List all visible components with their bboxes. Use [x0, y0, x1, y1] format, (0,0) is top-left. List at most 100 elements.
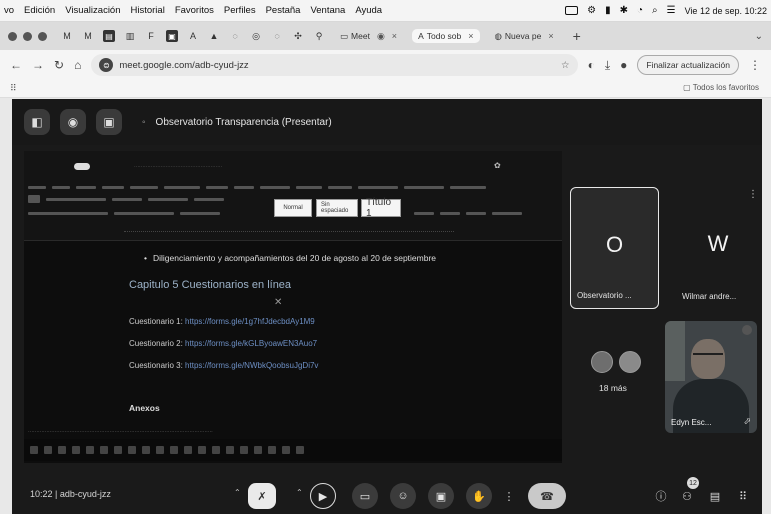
pinned-tab-icon[interactable]: ▣	[166, 30, 178, 42]
chat-button[interactable]: ▤	[706, 483, 724, 509]
shared-screen[interactable]: ········································…	[24, 151, 562, 463]
menu-ayuda[interactable]: Ayuda	[355, 5, 382, 16]
people-button[interactable]: ⚇ 12	[678, 477, 699, 509]
menu-clock[interactable]: Vie 12 de sep. 10:22	[685, 6, 767, 16]
info-button[interactable]: ⓘ	[652, 483, 670, 509]
captions-button[interactable]: ▭	[352, 483, 378, 509]
presenting-dot-icon: ◦	[142, 116, 146, 128]
pinned-tab-icon[interactable]: ▤	[103, 30, 115, 42]
minimize-presentation-icon[interactable]: ◧	[24, 109, 50, 135]
pinned-tab-icon[interactable]: ◌	[229, 30, 241, 42]
pinned-tab-icon[interactable]: ✣	[292, 30, 304, 42]
menu-pestana[interactable]: Pestaña	[266, 5, 301, 16]
new-tab-button[interactable]: +	[573, 28, 581, 44]
speaker-icon[interactable]: ◉	[377, 31, 385, 42]
pinned-tab-icon[interactable]: ▥	[124, 30, 136, 42]
camera-button[interactable]: ▶	[310, 483, 336, 509]
shared-taskbar	[24, 439, 562, 461]
back-icon[interactable]: ←	[10, 58, 22, 72]
close-window-button[interactable]	[8, 31, 17, 41]
control-icon[interactable]: ⚙	[587, 5, 596, 16]
pinned-tab-icon[interactable]: F	[145, 30, 157, 42]
apps-grid-icon[interactable]: ⠿	[10, 83, 17, 94]
menu-app[interactable]: vo	[4, 5, 14, 16]
hang-up-button[interactable]: ☎	[528, 483, 566, 509]
raise-hand-button[interactable]: ✋	[466, 483, 492, 509]
avatar	[619, 351, 641, 373]
pinned-tab-icon[interactable]: ◎	[250, 30, 262, 42]
activities-icon: ⠿	[738, 490, 748, 503]
questionnaire-line: Cuestionario 1: https://forms.gle/1g7hfJ…	[129, 317, 315, 326]
url-text: meet.google.com/adb-cyud-jzz	[119, 59, 249, 71]
url-input[interactable]: ⊜ meet.google.com/adb-cyud-jzz ☆	[91, 54, 578, 76]
menu-ventana[interactable]: Ventana	[310, 5, 345, 16]
presentation-title: ◦ Observatorio Transparencia (Presentar)	[142, 116, 332, 128]
menu-historial[interactable]: Historial	[131, 5, 165, 16]
menu-perfiles[interactable]: Perfiles	[224, 5, 256, 16]
chevron-up-icon[interactable]: ⌃	[296, 488, 303, 497]
tab-nueva[interactable]: ◍ Nueva pe ×	[489, 29, 560, 44]
battery-icon[interactable]: ▮	[605, 5, 611, 16]
participant-name: Wilmar andre...	[682, 292, 737, 301]
present-icon[interactable]: ▣	[96, 109, 122, 135]
activities-button[interactable]: ⠿	[734, 483, 752, 509]
tab-meet[interactable]: ▭ Meet ◉ ×	[334, 29, 403, 44]
pin-icon[interactable]: ⬀	[743, 416, 751, 427]
participant-tile-edyn[interactable]: Edyn Esc... ⬀	[665, 321, 757, 433]
more-options-button[interactable]: ⋮	[500, 483, 518, 509]
tab-todo[interactable]: A Todo sob ×	[412, 29, 480, 43]
maximize-window-button[interactable]	[38, 31, 47, 41]
participant-tile-wilmar[interactable]: ⋮ W Wilmar andre...	[674, 187, 762, 309]
close-tab-icon[interactable]: ×	[548, 31, 553, 41]
mic-off-icon: ✗	[257, 490, 267, 503]
home-icon[interactable]: ⌂	[74, 58, 81, 72]
emoji-button[interactable]: ☺	[390, 483, 416, 509]
chevron-up-icon[interactable]: ⌃	[234, 488, 241, 497]
record-icon[interactable]: ◉	[60, 109, 86, 135]
reload-icon[interactable]: ↻	[54, 58, 64, 72]
download-icon[interactable]: ⤓	[605, 58, 610, 73]
camera-icon: ▶	[318, 490, 328, 503]
captions-icon: ▭	[359, 490, 371, 503]
present-icon: ▣	[435, 490, 447, 503]
pinned-tab-icon[interactable]: ⚲	[313, 30, 325, 42]
video-background	[665, 321, 685, 381]
menu-favoritos[interactable]: Favoritos	[175, 5, 214, 16]
more-vert-icon[interactable]	[742, 325, 752, 335]
all-bookmarks-link[interactable]: ▢ Todos los favoritos	[683, 83, 759, 92]
menu-visualizacion[interactable]: Visualización	[65, 5, 120, 16]
menu-edicion[interactable]: Edición	[24, 5, 55, 16]
bookmark-star-icon[interactable]: ☆	[561, 60, 570, 71]
doc-page: • Diligenciamiento y acompañamientos del …	[24, 243, 562, 421]
pinned-tab-icon[interactable]: ▲	[208, 30, 220, 42]
tab-list-chevron-icon[interactable]: ⌄	[755, 31, 763, 42]
pinned-tab-icon[interactable]: ◌	[271, 30, 283, 42]
site-info-icon[interactable]: ⊜	[99, 58, 114, 72]
profile-icon[interactable]: ●	[620, 58, 627, 72]
extensions-icon[interactable]: ◐	[588, 58, 595, 72]
close-tab-icon[interactable]: ×	[392, 31, 397, 41]
mouse-cursor-icon: ✕	[274, 297, 283, 308]
browser-menu-icon[interactable]: ⋮	[749, 58, 761, 72]
update-button[interactable]: Finalizar actualización	[637, 55, 739, 75]
meet-top-bar: ◧ ◉ ▣ ◦ Observatorio Transparencia (Prese…	[12, 99, 762, 145]
search-icon[interactable]: ⌕	[652, 5, 658, 16]
pinned-tab-icon[interactable]: A	[187, 30, 199, 42]
screen-record-icon[interactable]	[565, 6, 579, 15]
more-vert-icon[interactable]: ⋮	[748, 189, 758, 200]
pinned-tab-icon[interactable]: M	[82, 30, 94, 42]
close-tab-icon[interactable]: ×	[468, 31, 473, 41]
pinned-tab-icon[interactable]: M	[61, 30, 73, 42]
wifi-icon[interactable]: ◔	[637, 5, 643, 16]
more-participants-label: 18 más	[599, 383, 627, 393]
participant-tile-observatorio[interactable]: O Observatorio ...	[570, 187, 659, 309]
control-center-icon[interactable]: ☰	[667, 5, 676, 16]
minimize-window-button[interactable]	[23, 31, 32, 41]
bluetooth-icon[interactable]: ✱	[620, 5, 628, 16]
more-participants-tile[interactable]: 18 más	[577, 321, 659, 407]
present-button[interactable]: ▣	[428, 483, 454, 509]
mic-off-button[interactable]: ✗	[248, 483, 276, 509]
forward-icon[interactable]: →	[32, 58, 44, 72]
meet-controls: 10:22 | adb-cyud-jzz ⌃ ✗ ⌃ ▶ ▭ ☺ ▣ ✋ ⋮ ☎…	[12, 474, 762, 514]
doc-annex-heading: Anexos	[129, 403, 160, 413]
